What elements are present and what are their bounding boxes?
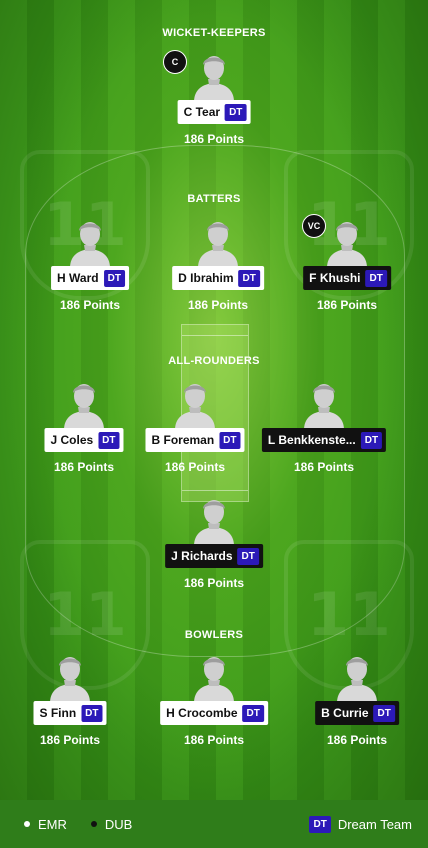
- player-avatar-icon: [296, 374, 352, 430]
- player-name: J Coles: [50, 433, 94, 447]
- dt-badge: DT: [238, 269, 260, 287]
- dt-badge: DT: [242, 704, 264, 722]
- player-avatar-icon: [56, 374, 112, 430]
- player-name: J Richards: [171, 549, 233, 563]
- player-points: 186 Points: [183, 733, 245, 747]
- player-name: F Khushi: [309, 271, 361, 285]
- player-avatar-icon: [319, 212, 375, 268]
- player-points: 186 Points: [183, 132, 245, 146]
- dt-badge: DT: [98, 431, 120, 449]
- dt-badge: DT: [219, 431, 241, 449]
- captain-badge: C: [163, 50, 187, 74]
- legend-dream-team: DT Dream Team: [309, 815, 412, 833]
- dt-badge: DT: [237, 547, 259, 565]
- player-name-tag: J Coles DT: [44, 428, 124, 452]
- dt-badge: DT: [360, 431, 383, 449]
- section-title-bowlers: BOWLERS: [184, 629, 244, 641]
- player-name: C Tear: [183, 105, 221, 119]
- dt-badge: DT: [365, 269, 387, 287]
- dt-badge: DT: [103, 269, 125, 287]
- player-avatar-icon: [190, 212, 246, 268]
- legend-team2: DUB: [90, 816, 133, 832]
- crease-line: [182, 335, 248, 336]
- player-name-tag: D Ibrahim DT: [172, 266, 264, 290]
- player-avatar-icon: [42, 647, 98, 703]
- section-title-wicket-keepers: WICKET-KEEPERS: [162, 27, 266, 39]
- player-name: B Currie: [321, 706, 369, 720]
- player-name-tag: B Currie DT: [315, 701, 399, 725]
- player-name: D Ibrahim: [178, 271, 234, 285]
- dt-badge: DT: [373, 704, 395, 722]
- white-dot-icon: [24, 821, 30, 827]
- legend-bar: EMR DUB DT Dream Team: [0, 800, 428, 848]
- player-name-tag: F Khushi DT: [303, 266, 391, 290]
- player-points: 186 Points: [59, 298, 121, 312]
- section-title-all-rounders: ALL-ROUNDERS: [168, 355, 260, 367]
- section-title-batters: BATTERS: [187, 193, 241, 205]
- player-points: 186 Points: [293, 460, 355, 474]
- player-avatar-icon: [329, 647, 385, 703]
- player-avatar-icon: [186, 46, 242, 102]
- player-points: 186 Points: [164, 460, 226, 474]
- player-points: 186 Points: [316, 298, 378, 312]
- dt-badge: DT: [225, 103, 247, 121]
- player-avatar-icon: [62, 212, 118, 268]
- player-name: L Benkkenste...: [267, 433, 356, 447]
- player-name-tag: H Crocombe DT: [160, 701, 268, 725]
- player-avatar-icon: [186, 490, 242, 546]
- player-name: H Ward: [57, 271, 99, 285]
- player-name-tag: J Richards DT: [165, 544, 263, 568]
- player-name-tag: H Ward DT: [51, 266, 129, 290]
- player-name-tag: S Finn DT: [33, 701, 107, 725]
- player-name-tag: C Tear DT: [177, 100, 251, 124]
- player-points: 186 Points: [326, 733, 388, 747]
- player-avatar-icon: [167, 374, 223, 430]
- vice-captain-badge: VC: [302, 214, 326, 238]
- player-name-tag: L Benkkenste... DT: [261, 428, 387, 452]
- player-avatar-icon: [186, 647, 242, 703]
- dt-badge: DT: [81, 704, 103, 722]
- black-dot-icon: [90, 821, 97, 827]
- player-points: 186 Points: [39, 733, 101, 747]
- player-name: S Finn: [39, 706, 77, 720]
- player-points: 186 Points: [187, 298, 249, 312]
- dream-team-badge: DT: [309, 815, 331, 833]
- player-name: H Crocombe: [166, 706, 238, 720]
- dream-team-label: Dream Team: [337, 816, 412, 832]
- player-name-tag: B Foreman DT: [145, 428, 245, 452]
- player-name: B Foreman: [151, 433, 215, 447]
- player-points: 186 Points: [183, 576, 245, 590]
- legend-team2-label: DUB: [104, 816, 133, 832]
- cricket-field: 11 11 11 11 WICKET-KEEPERS BATTERS ALL-R…: [0, 0, 428, 800]
- legend-team1: EMR: [24, 817, 67, 832]
- legend-team1-label: EMR: [38, 816, 67, 832]
